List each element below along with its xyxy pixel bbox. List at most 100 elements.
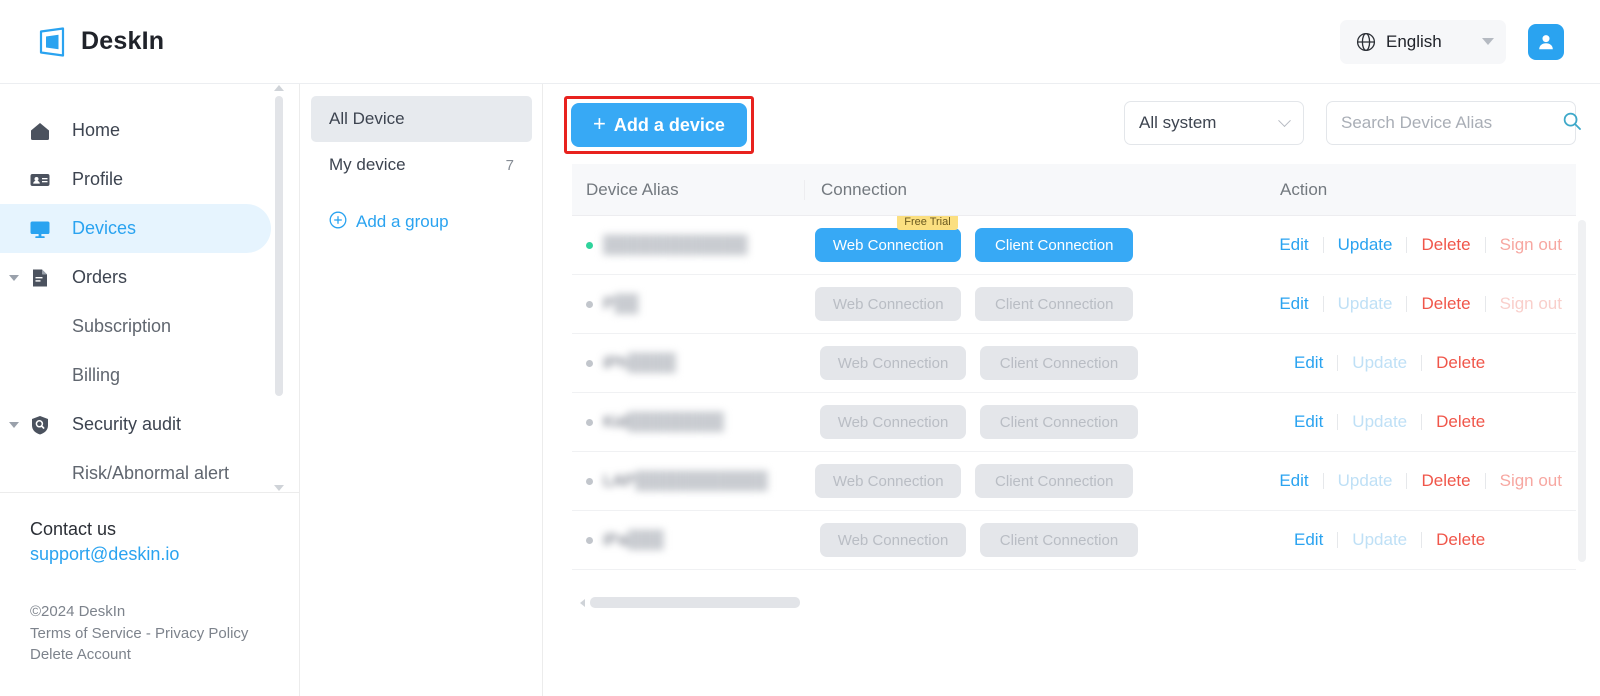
action-edit-link[interactable]: Edit — [1265, 471, 1322, 491]
add-group-label: Add a group — [356, 212, 449, 231]
chevron-down-icon — [9, 421, 19, 428]
status-dot-offline — [586, 536, 593, 544]
support-email-link[interactable]: support@deskin.io — [30, 541, 299, 567]
device-alias-text: P██ — [603, 294, 639, 313]
search-device-alias-box[interactable] — [1326, 101, 1581, 145]
table-vertical-scroll-thumb[interactable] — [1578, 220, 1586, 562]
system-filter-select[interactable]: All system — [1124, 101, 1304, 145]
sidebar-item-profile[interactable]: Profile — [0, 155, 271, 204]
action-edit-link[interactable]: Edit — [1280, 353, 1337, 373]
sidebar-scroll-thumb[interactable] — [275, 96, 283, 396]
status-dot-offline — [586, 418, 593, 426]
client-connection-button: Client Connection — [980, 405, 1138, 439]
group-item-count: 7 — [505, 156, 514, 174]
sidebar-item-label: Profile — [72, 169, 124, 189]
add-device-button[interactable]: + Add a device — [571, 103, 747, 147]
legal-links: Terms of Service - Privacy Policy — [30, 623, 299, 645]
cell-action: Edit Update Delete Sign out — [1257, 294, 1576, 314]
cell-action: Edit Update Delete — [1272, 412, 1576, 432]
sidebar-item-home[interactable]: Home — [0, 106, 271, 155]
main-content: + Add a device All system Search Device … — [544, 84, 1600, 696]
action-edit-link[interactable]: Edit — [1280, 412, 1337, 432]
sidebar-item-devices[interactable]: Devices — [0, 204, 271, 253]
web-connection-button: Web Connection — [815, 464, 962, 498]
action-update-link: Update — [1352, 530, 1408, 549]
client-connection-button: Client Connection — [980, 523, 1138, 557]
table-row: Kid████████ Web Connection Client Connecti… — [572, 393, 1576, 452]
plus-circle-icon — [329, 211, 347, 234]
cell-connection: Web Connection Client Connection Free Tria… — [799, 216, 1257, 262]
web-connection-button[interactable]: Web Connection — [815, 228, 962, 262]
action-sign-out-link[interactable]: Sign out — [1486, 235, 1576, 255]
contact-title: Contact us — [30, 519, 117, 539]
action-delete-link[interactable]: Delete — [1407, 471, 1484, 491]
client-connection-button[interactable]: Client Connection — [975, 228, 1134, 262]
group-item-all-device[interactable]: All Device — [311, 96, 532, 142]
action-update-link[interactable]: Update — [1324, 235, 1407, 255]
add-device-label: Add a device — [613, 114, 725, 135]
action-update-link: Update — [1352, 353, 1408, 372]
sidebar-item-orders[interactable]: Orders — [0, 253, 271, 302]
action-delete-link[interactable]: Delete — [1407, 294, 1484, 314]
delete-account-link[interactable]: Delete Account — [30, 644, 299, 666]
group-item-my-device[interactable]: My device 7 — [311, 142, 532, 188]
status-dot-online — [586, 241, 593, 249]
search-input[interactable] — [1341, 113, 1562, 133]
legal-block: ©2024 DeskIn Terms of Service - Privacy … — [0, 567, 299, 666]
column-header-connection: Connection — [804, 179, 1272, 200]
sidebar-item-security-audit[interactable]: Security audit — [0, 400, 271, 449]
status-dot-offline — [586, 300, 593, 308]
user-avatar-icon[interactable] — [1528, 23, 1564, 60]
sidebar-item-subscription[interactable]: Subscription — [0, 302, 299, 351]
monitor-icon — [28, 217, 52, 241]
terms-of-service-link[interactable]: Terms of Service — [30, 625, 142, 642]
cell-action: Edit Update Delete Sign out — [1257, 471, 1576, 491]
action-edit-link[interactable]: Edit — [1265, 235, 1322, 255]
table-row: P██ Web Connection Client Connection Edit Up… — [572, 275, 1576, 334]
search-icon[interactable] — [1562, 111, 1582, 136]
shield-search-icon — [28, 413, 52, 437]
action-sign-out-link[interactable]: Sign out — [1486, 471, 1576, 491]
sidebar-scrollbar[interactable] — [273, 84, 285, 492]
action-delete-link[interactable]: Delete — [1422, 353, 1499, 373]
device-alias-text: iPa███ — [603, 530, 664, 549]
sidebar-item-billing[interactable]: Billing — [0, 351, 299, 400]
action-update-link: Update — [1337, 294, 1393, 313]
action-delete-link[interactable]: Delete — [1407, 235, 1484, 255]
table-vertical-scrollbar[interactable] — [1578, 216, 1586, 588]
id-card-icon — [28, 168, 52, 192]
sidebar-item-label: Orders — [72, 267, 128, 287]
action-edit-link[interactable]: Edit — [1265, 294, 1322, 314]
web-connection-button: Web Connection — [820, 523, 966, 557]
scroll-down-arrow-icon[interactable] — [274, 485, 284, 491]
cell-action: Edit Update Delete Sign out — [1257, 235, 1576, 255]
privacy-policy-link[interactable]: Privacy Policy — [155, 625, 248, 642]
device-toolbar: + Add a device All system — [544, 84, 1600, 164]
device-group-panel: All Device My device 7 Add a group — [301, 84, 543, 696]
device-alias-text: Kid████████ — [603, 412, 724, 431]
web-connection-button: Web Connection — [820, 346, 966, 380]
cell-device-alias: ████████████ — [572, 235, 799, 255]
deskin-logo-icon — [36, 26, 68, 58]
chevron-down-icon — [9, 274, 19, 281]
add-group-button[interactable]: Add a group — [311, 202, 532, 242]
language-selector[interactable]: English — [1340, 19, 1506, 64]
table-horizontal-scroll-thumb[interactable] — [590, 597, 800, 608]
sidebar-item-label: Subscription — [72, 316, 172, 336]
device-alias-text: iPh████ — [603, 353, 676, 372]
cell-device-alias: LAP███████████ — [572, 471, 799, 491]
sidebar-item-risk-abnormal-alert[interactable]: Risk/Abnormal alert — [0, 449, 299, 492]
scroll-left-arrow-icon[interactable] — [580, 599, 585, 607]
sidebar-item-label: Security audit — [72, 414, 182, 434]
table-horizontal-scrollbar[interactable] — [580, 597, 812, 608]
action-delete-link[interactable]: Delete — [1422, 530, 1499, 550]
cell-device-alias: P██ — [572, 294, 799, 314]
status-dot-offline — [586, 477, 593, 485]
cell-connection: Web Connection Client Connection — [804, 523, 1272, 557]
brand: DeskIn — [36, 26, 164, 58]
action-delete-link[interactable]: Delete — [1422, 412, 1499, 432]
scroll-up-arrow-icon[interactable] — [274, 85, 284, 91]
sidebar-item-label: Home — [72, 120, 121, 140]
client-connection-button: Client Connection — [980, 346, 1138, 380]
action-edit-link[interactable]: Edit — [1280, 530, 1337, 550]
